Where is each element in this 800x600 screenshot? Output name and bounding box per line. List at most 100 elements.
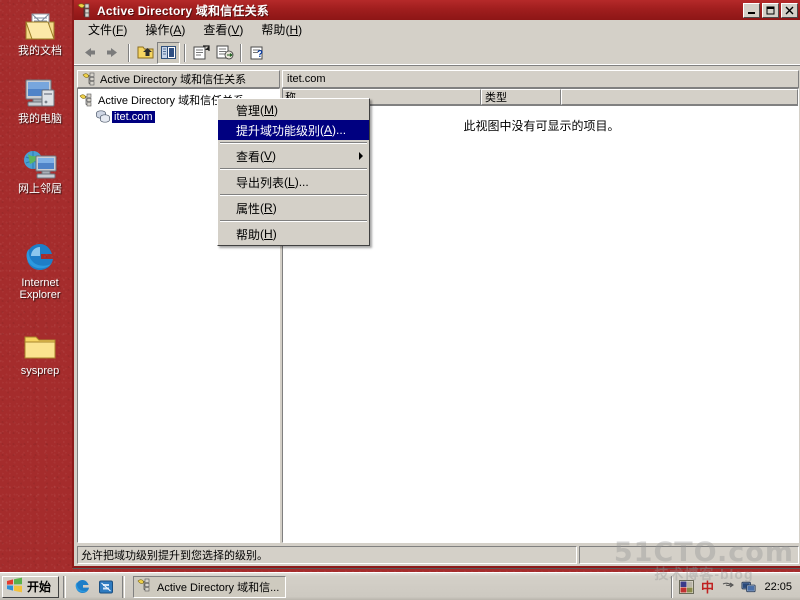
context-menu-item-properties[interactable]: 属性(R) <box>218 198 369 218</box>
column-header-type-label: 类型 <box>485 92 507 104</box>
work-area: Active Directory 域和信任关系 Active Directory… <box>77 70 799 543</box>
toolbar[interactable]: ? <box>74 40 800 66</box>
menu-action[interactable]: 操作(A) <box>136 19 194 41</box>
close-button[interactable] <box>781 2 798 18</box>
my-computer-icon <box>2 74 78 110</box>
status-bar-extra <box>579 546 799 564</box>
ad-domains-trusts-icon <box>77 2 93 18</box>
help-button[interactable]: ? <box>246 42 269 64</box>
forward-button[interactable] <box>101 42 124 64</box>
system-tray[interactable]: 中 22:05 <box>671 575 800 598</box>
context-menu-item-accel: R <box>264 201 273 215</box>
context-menu-item-accel: M <box>264 103 275 117</box>
ime-punctuation-icon[interactable] <box>720 579 736 595</box>
svg-text:?: ? <box>257 49 263 60</box>
show-hide-console-tree-button[interactable] <box>157 41 180 64</box>
menu-action-label: 操作 <box>145 22 170 37</box>
menu-help-accel: H <box>289 22 299 37</box>
menu-help[interactable]: 帮助(H) <box>252 19 311 41</box>
export-list-button[interactable] <box>213 42 236 64</box>
ad-domains-trusts-icon <box>82 72 97 86</box>
toolbar-separator <box>240 43 242 62</box>
menu-view[interactable]: 查看(V) <box>194 19 252 41</box>
menu-action-accel: A <box>173 22 182 37</box>
context-menu-item-accel: L <box>288 175 295 189</box>
task-buttons[interactable]: Active Directory 域和信... <box>129 575 671 598</box>
desktop-icon-sysprep[interactable]: sysprep <box>2 326 78 377</box>
menu-file-accel: F <box>116 22 124 37</box>
list-pane-header-label: itet.com <box>287 73 326 85</box>
properties-button[interactable] <box>190 42 213 64</box>
desktop[interactable]: 我的文档 我的电脑 网上邻居 Internet Explorer sysprep… <box>0 0 800 600</box>
taskbar[interactable]: 开始 Active Directory 域和信... 中 22:05 <box>0 572 800 600</box>
window-controls <box>743 2 798 18</box>
up-one-level-button[interactable] <box>134 42 157 64</box>
desktop-icon-my-documents[interactable]: 我的文档 <box>2 6 78 57</box>
context-menu-item-label: 帮助 <box>236 227 261 242</box>
context-menu-item-accel: V <box>264 149 273 163</box>
context-menu-item-accel: A <box>324 123 333 137</box>
desktop-icon-label: sysprep <box>20 365 60 377</box>
column-header-type[interactable]: 类型 <box>481 89 561 105</box>
internet-explorer-icon <box>2 238 78 274</box>
network-neighborhood-icon <box>2 144 78 180</box>
ime-status-icon[interactable] <box>678 579 694 595</box>
tree-node-label: itet.com <box>112 110 155 123</box>
column-header-blank[interactable] <box>561 89 798 105</box>
menu-file[interactable]: 文件(F) <box>79 19 136 41</box>
show-desktop-icon[interactable] <box>97 578 114 595</box>
task-button-active-directory[interactable]: Active Directory 域和信... <box>133 575 287 598</box>
context-menu-item-label: 管理 <box>236 103 261 118</box>
maximize-button[interactable] <box>762 2 779 18</box>
taskbar-clock[interactable]: 22:05 <box>762 581 796 593</box>
minimize-button[interactable] <box>743 2 760 18</box>
window-title: Active Directory 域和信任关系 <box>97 3 269 18</box>
folder-icon <box>2 326 78 362</box>
desktop-icon-network-neighborhood[interactable]: 网上邻居 <box>2 144 78 195</box>
context-menu-item-view[interactable]: 查看(V) <box>218 146 369 166</box>
context-menu-item-help[interactable]: 帮助(H) <box>218 224 369 244</box>
network-connection-icon[interactable] <box>741 579 757 595</box>
start-button-label: 开始 <box>27 580 52 594</box>
context-menu-item-suffix: ... <box>336 123 347 137</box>
toolbar-separator <box>184 43 186 62</box>
console-tree-header-label: Active Directory 域和信任关系 <box>100 74 247 86</box>
context-menu-item-raise-domain-functional-level[interactable]: 提升域功能级别(A)... <box>218 120 369 140</box>
toolbar-separator <box>128 43 130 62</box>
menu-bar[interactable]: 文件(F) 操作(A) 查看(V) 帮助(H) <box>74 20 800 40</box>
ad-domains-trusts-icon <box>137 578 153 595</box>
menu-view-accel: V <box>231 22 240 37</box>
start-button[interactable]: 开始 <box>2 575 60 598</box>
context-menu-item-suffix: ... <box>298 175 309 189</box>
desktop-icon-my-computer[interactable]: 我的电脑 <box>2 74 78 125</box>
context-menu-item-label: 导出列表 <box>236 175 285 190</box>
desktop-icon-internet-explorer[interactable]: Internet Explorer <box>2 238 78 301</box>
menu-help-label: 帮助 <box>261 22 286 37</box>
menu-view-label: 查看 <box>203 22 228 37</box>
submenu-arrow-icon <box>359 152 363 160</box>
domain-icon <box>94 109 112 125</box>
status-bar: 允许把域功级别提升到您选择的级别。 <box>74 544 800 566</box>
ime-chinese-icon[interactable]: 中 <box>699 579 715 595</box>
window-titlebar[interactable]: Active Directory 域和信任关系 <box>74 0 800 20</box>
mmc-window[interactable]: Active Directory 域和信任关系 文件(F) 操作(A) 查看(V… <box>72 0 800 568</box>
context-menu-item-label: 属性 <box>236 201 261 216</box>
internet-explorer-icon[interactable] <box>74 578 91 595</box>
back-button[interactable] <box>78 42 101 64</box>
taskbar-separator <box>122 575 126 598</box>
list-pane-header: itet.com <box>282 70 799 88</box>
context-menu-item-label: 查看 <box>236 149 261 164</box>
desktop-icon-label: 网上邻居 <box>18 183 62 195</box>
my-documents-icon <box>2 6 78 42</box>
context-menu-separator <box>220 194 367 196</box>
taskbar-separator <box>63 575 67 598</box>
context-menu-item-export-list[interactable]: 导出列表(L)... <box>218 172 369 192</box>
quick-launch-bar[interactable] <box>70 578 118 595</box>
context-menu-separator <box>220 220 367 222</box>
status-bar-main: 允许把域功级别提升到您选择的级别。 <box>77 546 577 564</box>
windows-flag-icon <box>6 577 23 596</box>
context-menu-item-manage[interactable]: 管理(M) <box>218 100 369 120</box>
context-menu[interactable]: 管理(M) 提升域功能级别(A)... 查看(V) 导出列表(L)... 属性(… <box>217 98 370 246</box>
desktop-icon-label: 我的电脑 <box>18 113 62 125</box>
console-tree-header: Active Directory 域和信任关系 <box>77 70 280 88</box>
